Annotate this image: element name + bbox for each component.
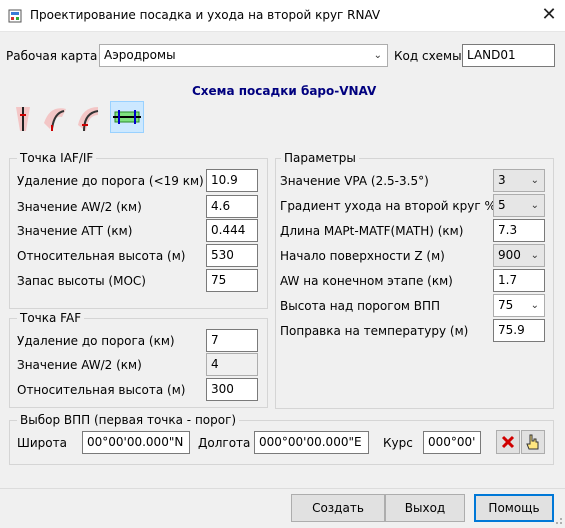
runway-legend: Выбор ВПП (первая точка - порог) xyxy=(17,413,240,427)
map-select[interactable]: Аэродромы ⌄ xyxy=(99,44,388,67)
iaf-legend: Точка IAF/IF xyxy=(17,151,97,165)
iaf-distance-label: Удаление до порога (<19 км) xyxy=(17,174,204,188)
missed-gradient-value: 5 xyxy=(498,198,506,212)
mapt-length-input[interactable]: 7.3 xyxy=(493,219,545,242)
surface-z-value: 900 xyxy=(498,248,521,262)
approach-scheme-4-icon[interactable] xyxy=(110,101,144,133)
hand-pointer-icon xyxy=(526,434,539,450)
faf-distance-input[interactable]: 7 xyxy=(206,329,258,352)
faf-legend: Точка FAF xyxy=(17,311,85,325)
faf-height-label: Относительная высота (м) xyxy=(17,383,186,397)
vpa-value: 3 xyxy=(498,173,506,187)
missed-gradient-select[interactable]: 5 ⌄ xyxy=(493,194,545,217)
missed-gradient-label: Градиент ухода на второй круг % xyxy=(280,199,496,213)
close-icon[interactable]: ✕ xyxy=(536,3,562,27)
iaf-distance-input[interactable]: 10.9 xyxy=(206,169,258,192)
scheme-code-input[interactable]: LAND01 xyxy=(462,44,555,67)
final-aw-label: AW на конечном этапе (км) xyxy=(280,274,453,288)
create-button[interactable]: Создать xyxy=(291,494,385,522)
threshold-height-label: Высота над порогом ВПП xyxy=(280,299,441,313)
faf-height-input[interactable]: 300 xyxy=(206,378,258,401)
vpa-label: Значение VPA (2.5-3.5°) xyxy=(280,174,429,188)
clear-runway-button[interactable] xyxy=(496,430,520,454)
window-title: Проектирование посадка и ухода на второй… xyxy=(30,8,381,22)
iaf-att-label: Значение ATT (км) xyxy=(17,224,133,238)
approach-scheme-2-icon[interactable] xyxy=(40,103,70,133)
faf-aw-readonly: 4 xyxy=(206,353,258,376)
approach-scheme-1-icon[interactable] xyxy=(10,103,36,133)
chevron-down-icon: ⌄ xyxy=(530,200,539,211)
surface-z-label: Начало поверхности Z (м) xyxy=(280,249,445,263)
chevron-down-icon: ⌄ xyxy=(373,50,382,61)
iaf-aw-input[interactable]: 4.6 xyxy=(206,195,258,218)
scheme-code-label: Код схемы xyxy=(394,49,462,63)
exit-button[interactable]: Выход xyxy=(385,494,465,522)
course-input[interactable]: 000°00' xyxy=(423,431,481,454)
params-legend: Параметры xyxy=(281,151,359,165)
iaf-height-input[interactable]: 530 xyxy=(206,244,258,267)
threshold-height-select[interactable]: 75 ⌄ xyxy=(493,294,545,317)
longitude-input[interactable]: 000°00'00.000"E xyxy=(254,431,369,454)
map-label: Рабочая карта xyxy=(6,49,98,63)
iaf-height-label: Относительная высота (м) xyxy=(17,249,186,263)
surface-z-select[interactable]: 900 ⌄ xyxy=(493,244,545,267)
chevron-down-icon: ⌄ xyxy=(530,175,539,186)
approach-scheme-3-icon[interactable] xyxy=(74,103,104,133)
mapt-length-label: Длина MAPt-MATF(MATH) (км) xyxy=(280,224,464,238)
faf-aw-label: Значение AW/2 (км) xyxy=(17,358,142,372)
title-bar: Проектирование посадка и ухода на второй… xyxy=(0,0,565,32)
chevron-down-icon: ⌄ xyxy=(530,300,539,311)
app-icon xyxy=(8,9,22,23)
iaf-att-input[interactable]: 0.444 xyxy=(206,219,258,242)
longitude-label: Долгота xyxy=(198,436,251,450)
iaf-aw-label: Значение AW/2 (км) xyxy=(17,200,142,214)
latitude-input[interactable]: 00°00'00.000"N xyxy=(82,431,190,454)
iaf-moc-label: Запас высоты (MOC) xyxy=(17,274,146,288)
iaf-moc-input[interactable]: 75 xyxy=(206,269,258,292)
scheme-heading: Схема посадки баро-VNAV xyxy=(192,84,377,98)
temp-correction-label: Поправка на температуру (м) xyxy=(280,324,469,338)
temp-correction-input[interactable]: 75.9 xyxy=(493,319,545,342)
faf-distance-label: Удаление до порога (км) xyxy=(17,334,175,348)
map-select-value: Аэродромы xyxy=(104,48,176,62)
pick-runway-button[interactable] xyxy=(521,430,545,454)
threshold-height-value: 75 xyxy=(498,298,514,312)
red-x-icon xyxy=(501,435,515,449)
course-label: Курс xyxy=(383,436,413,450)
latitude-label: Широта xyxy=(17,436,67,450)
chevron-down-icon: ⌄ xyxy=(530,250,539,261)
resize-grip-icon[interactable] xyxy=(553,514,563,524)
vpa-select[interactable]: 3 ⌄ xyxy=(493,169,545,192)
help-button[interactable]: Помощь xyxy=(474,494,554,522)
final-aw-input[interactable]: 1.7 xyxy=(493,269,545,292)
